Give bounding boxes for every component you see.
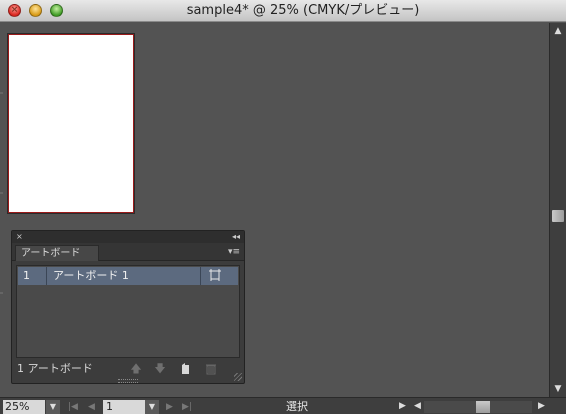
ruler-ticks bbox=[0, 92, 3, 294]
artboard-count: 1 アートボード bbox=[17, 362, 93, 375]
panel-menu-icon[interactable]: ▾≡ bbox=[228, 247, 240, 257]
vertical-scroll-thumb[interactable] bbox=[552, 210, 564, 222]
tab-artboards[interactable]: アートボード bbox=[15, 245, 99, 261]
title-bar: × sample4* @ 25% (CMYK/プレビュー) bbox=[0, 0, 566, 22]
scroll-up-icon[interactable]: ▲ bbox=[550, 24, 566, 38]
panel-header: × ◂◂ bbox=[12, 231, 244, 243]
artboard-list-row[interactable]: 1 アートボード 1 bbox=[18, 267, 238, 285]
scroll-left-icon[interactable]: ◀ bbox=[414, 398, 421, 414]
status-text[interactable]: 選択 bbox=[200, 398, 394, 414]
panel-grip[interactable] bbox=[118, 379, 138, 383]
vertical-scrollbar[interactable]: ▲ ▼ bbox=[549, 23, 566, 397]
artboard-dropdown-icon[interactable]: ▼ bbox=[145, 400, 159, 414]
panel-resize-handle[interactable] bbox=[234, 373, 242, 381]
previous-artboard-icon[interactable]: ◀ bbox=[88, 400, 95, 414]
panel-tab-row: アートボード ▾≡ bbox=[12, 243, 244, 261]
last-artboard-icon[interactable]: ▶| bbox=[182, 400, 192, 414]
panel-close-icon[interactable]: × bbox=[16, 231, 23, 243]
move-down-icon[interactable]: 🡇 bbox=[154, 363, 166, 375]
artboard-list: 1 アートボード 1 bbox=[16, 265, 240, 358]
artboard-1[interactable] bbox=[8, 34, 134, 213]
delete-artboard-icon[interactable] bbox=[205, 363, 217, 375]
scroll-down-icon[interactable]: ▼ bbox=[550, 382, 566, 396]
horizontal-scroll-thumb[interactable] bbox=[476, 401, 490, 413]
new-artboard-icon[interactable] bbox=[180, 363, 192, 375]
column-divider bbox=[200, 267, 201, 285]
column-divider bbox=[46, 267, 47, 285]
zoom-dropdown-icon[interactable]: ▼ bbox=[46, 400, 60, 414]
first-artboard-icon[interactable]: |◀ bbox=[68, 400, 78, 414]
zoom-field[interactable]: 25% bbox=[3, 400, 45, 414]
artboard-number-field[interactable]: 1 bbox=[103, 400, 145, 414]
status-bar: 25% ▼ |◀ ◀ 1 ▼ ▶ ▶| 選択 ▶ ◀ ▶ bbox=[0, 397, 566, 414]
artboard-options-icon[interactable] bbox=[208, 268, 222, 282]
artboard-number: 1 bbox=[23, 269, 30, 282]
move-up-icon[interactable]: 🡅 bbox=[130, 363, 142, 375]
artboards-panel: × ◂◂ アートボード ▾≡ 1 アートボード 1 1 アートボード 🡅 🡇 bbox=[11, 230, 245, 384]
next-artboard-icon[interactable]: ▶ bbox=[166, 400, 173, 414]
scroll-right-icon[interactable]: ▶ bbox=[538, 398, 545, 414]
panel-footer: 1 アートボード 🡅 🡇 bbox=[12, 361, 244, 377]
status-menu-icon[interactable]: ▶ bbox=[399, 398, 406, 414]
panel-collapse-icon[interactable]: ◂◂ bbox=[232, 231, 240, 243]
artboard-name[interactable]: アートボード 1 bbox=[53, 267, 129, 285]
document-title: sample4* @ 25% (CMYK/プレビュー) bbox=[186, 3, 420, 18]
